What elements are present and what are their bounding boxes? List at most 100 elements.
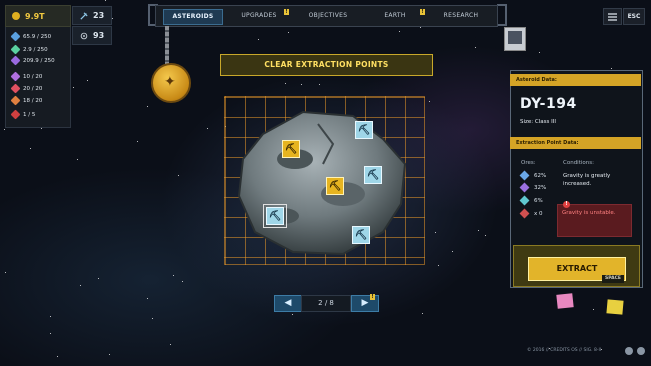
extraction-point-blue[interactable]: ⛏ bbox=[355, 121, 373, 139]
prev-asteroid-button[interactable]: ◀ bbox=[274, 295, 302, 312]
nav-bracket-right bbox=[497, 4, 507, 26]
red-gem-icon bbox=[10, 83, 21, 94]
star bbox=[478, 230, 479, 231]
asteroid-size: Size: Class III bbox=[520, 119, 556, 125]
top-navigation: ASTEROIDS UPGRADES OBJECTIVES EARTH RESE… bbox=[155, 5, 498, 27]
warning-box bbox=[557, 204, 632, 237]
resource-row: 65.9 / 250 bbox=[10, 31, 52, 42]
ore-percent: 32% bbox=[534, 184, 547, 191]
purple-crystal-icon bbox=[10, 55, 21, 66]
star bbox=[73, 87, 74, 88]
tab-earth[interactable]: EARTH bbox=[364, 9, 426, 23]
money-value: 9.9T bbox=[25, 11, 45, 21]
resource-row: 20 / 20 bbox=[10, 83, 42, 94]
resource-row: 10 / 20 bbox=[10, 71, 43, 82]
extraction-point-blue[interactable]: ⛏ bbox=[352, 226, 370, 244]
star bbox=[80, 285, 81, 286]
drill-count-chip[interactable]: 23 bbox=[72, 6, 112, 25]
purple-ore-icon bbox=[519, 182, 530, 193]
resource-value: 2.9 / 250 bbox=[23, 46, 48, 53]
star bbox=[4, 129, 5, 130]
alien-ore-icon bbox=[519, 208, 530, 219]
sticky-note-pink bbox=[556, 293, 574, 309]
star bbox=[301, 84, 302, 85]
star bbox=[109, 354, 110, 355]
asteroid bbox=[237, 110, 407, 256]
star bbox=[173, 275, 174, 276]
extraction-point-blue[interactable]: ⛏ bbox=[364, 166, 382, 184]
resource-value: 65.9 / 250 bbox=[23, 33, 52, 40]
star bbox=[422, 313, 423, 314]
warning-icon: ! bbox=[563, 201, 570, 208]
count-a-value: 23 bbox=[93, 11, 105, 20]
menu-button[interactable] bbox=[603, 8, 622, 25]
rocket-icon: ✦ bbox=[164, 74, 176, 90]
ore-row: 62% bbox=[519, 170, 547, 181]
coin-icon bbox=[12, 12, 20, 20]
ore-percent: x 0 bbox=[534, 210, 543, 217]
extraction-data-header: Extraction Point Data: bbox=[510, 137, 641, 149]
resource-value: 10 / 20 bbox=[23, 73, 43, 80]
star bbox=[98, 278, 99, 279]
arrow-right-icon: ▶ bbox=[361, 298, 369, 308]
resource-value: 1 / 5 bbox=[23, 111, 36, 118]
star bbox=[438, 265, 439, 266]
star bbox=[475, 47, 476, 48]
star bbox=[539, 52, 540, 53]
star bbox=[182, 281, 183, 282]
resource-row: 2.9 / 250 bbox=[10, 44, 48, 55]
pinned-photo bbox=[504, 27, 526, 51]
ore-row: x 0 bbox=[519, 208, 543, 219]
star bbox=[5, 272, 6, 273]
star bbox=[105, 0, 106, 1]
star bbox=[178, 175, 179, 176]
arrow-left-icon: ◀ bbox=[284, 298, 292, 308]
star bbox=[288, 32, 289, 33]
rocket-medal: ✦ bbox=[151, 63, 191, 103]
esc-button[interactable]: ESC bbox=[623, 8, 645, 25]
tab-upgrades[interactable]: UPGRADES bbox=[226, 9, 292, 23]
star bbox=[399, 31, 400, 32]
count-b-value: 93 bbox=[93, 31, 105, 40]
size-value: Class III bbox=[534, 119, 556, 125]
star bbox=[112, 18, 113, 19]
earth-badge: ! bbox=[420, 9, 425, 15]
hamburger-menu-icon bbox=[608, 12, 617, 21]
resource-row: 18 / 20 bbox=[10, 95, 42, 106]
asteroid-name: DY-194 bbox=[520, 96, 577, 112]
star bbox=[258, 39, 259, 40]
tab-asteroids[interactable]: ASTEROIDS bbox=[163, 9, 223, 25]
star bbox=[593, 309, 594, 310]
star bbox=[319, 84, 320, 85]
extraction-point-gold[interactable]: ⛏ bbox=[282, 140, 300, 158]
pager-badge: ! bbox=[370, 294, 375, 300]
sticky-note-yellow bbox=[606, 299, 624, 315]
objective-banner: CLEAR EXTRACTION POINTS bbox=[220, 54, 433, 76]
tab-objectives[interactable]: OBJECTIVES bbox=[292, 9, 364, 23]
extraction-point-selected[interactable]: ⛏ bbox=[263, 204, 287, 228]
ore-row: 6% bbox=[519, 195, 543, 206]
green-crystal-icon bbox=[10, 44, 21, 55]
star bbox=[435, 232, 436, 233]
ore-percent: 62% bbox=[534, 172, 547, 179]
ores-label: Ores: bbox=[521, 160, 536, 166]
gear-icon bbox=[80, 32, 88, 39]
violet-gem-icon bbox=[10, 71, 21, 82]
blue-ore-icon bbox=[519, 170, 530, 181]
star bbox=[485, 235, 486, 236]
extraction-point-gold[interactable]: ⛏ bbox=[326, 177, 344, 195]
star bbox=[87, 80, 88, 81]
warning-text: Gravity is unstable. bbox=[562, 210, 616, 216]
radiation-icon bbox=[637, 347, 645, 355]
conditions-label: Conditions: bbox=[563, 160, 594, 166]
condition-text: Gravity is greatly increased. bbox=[563, 173, 611, 187]
tab-research[interactable]: RESEARCH bbox=[428, 9, 494, 23]
ore-percent: 6% bbox=[534, 197, 543, 204]
star bbox=[611, 68, 612, 69]
resource-row: 209.9 / 250 bbox=[10, 55, 55, 66]
gear-count-chip[interactable]: 93 bbox=[72, 26, 112, 45]
resource-value: 209.9 / 250 bbox=[23, 57, 55, 64]
footer-credits: © 2016 // CREDITS OS // SIG. 8-II bbox=[527, 348, 602, 353]
resource-row: 1 / 5 bbox=[10, 109, 36, 120]
space-key-hint: SPACE bbox=[602, 275, 624, 283]
